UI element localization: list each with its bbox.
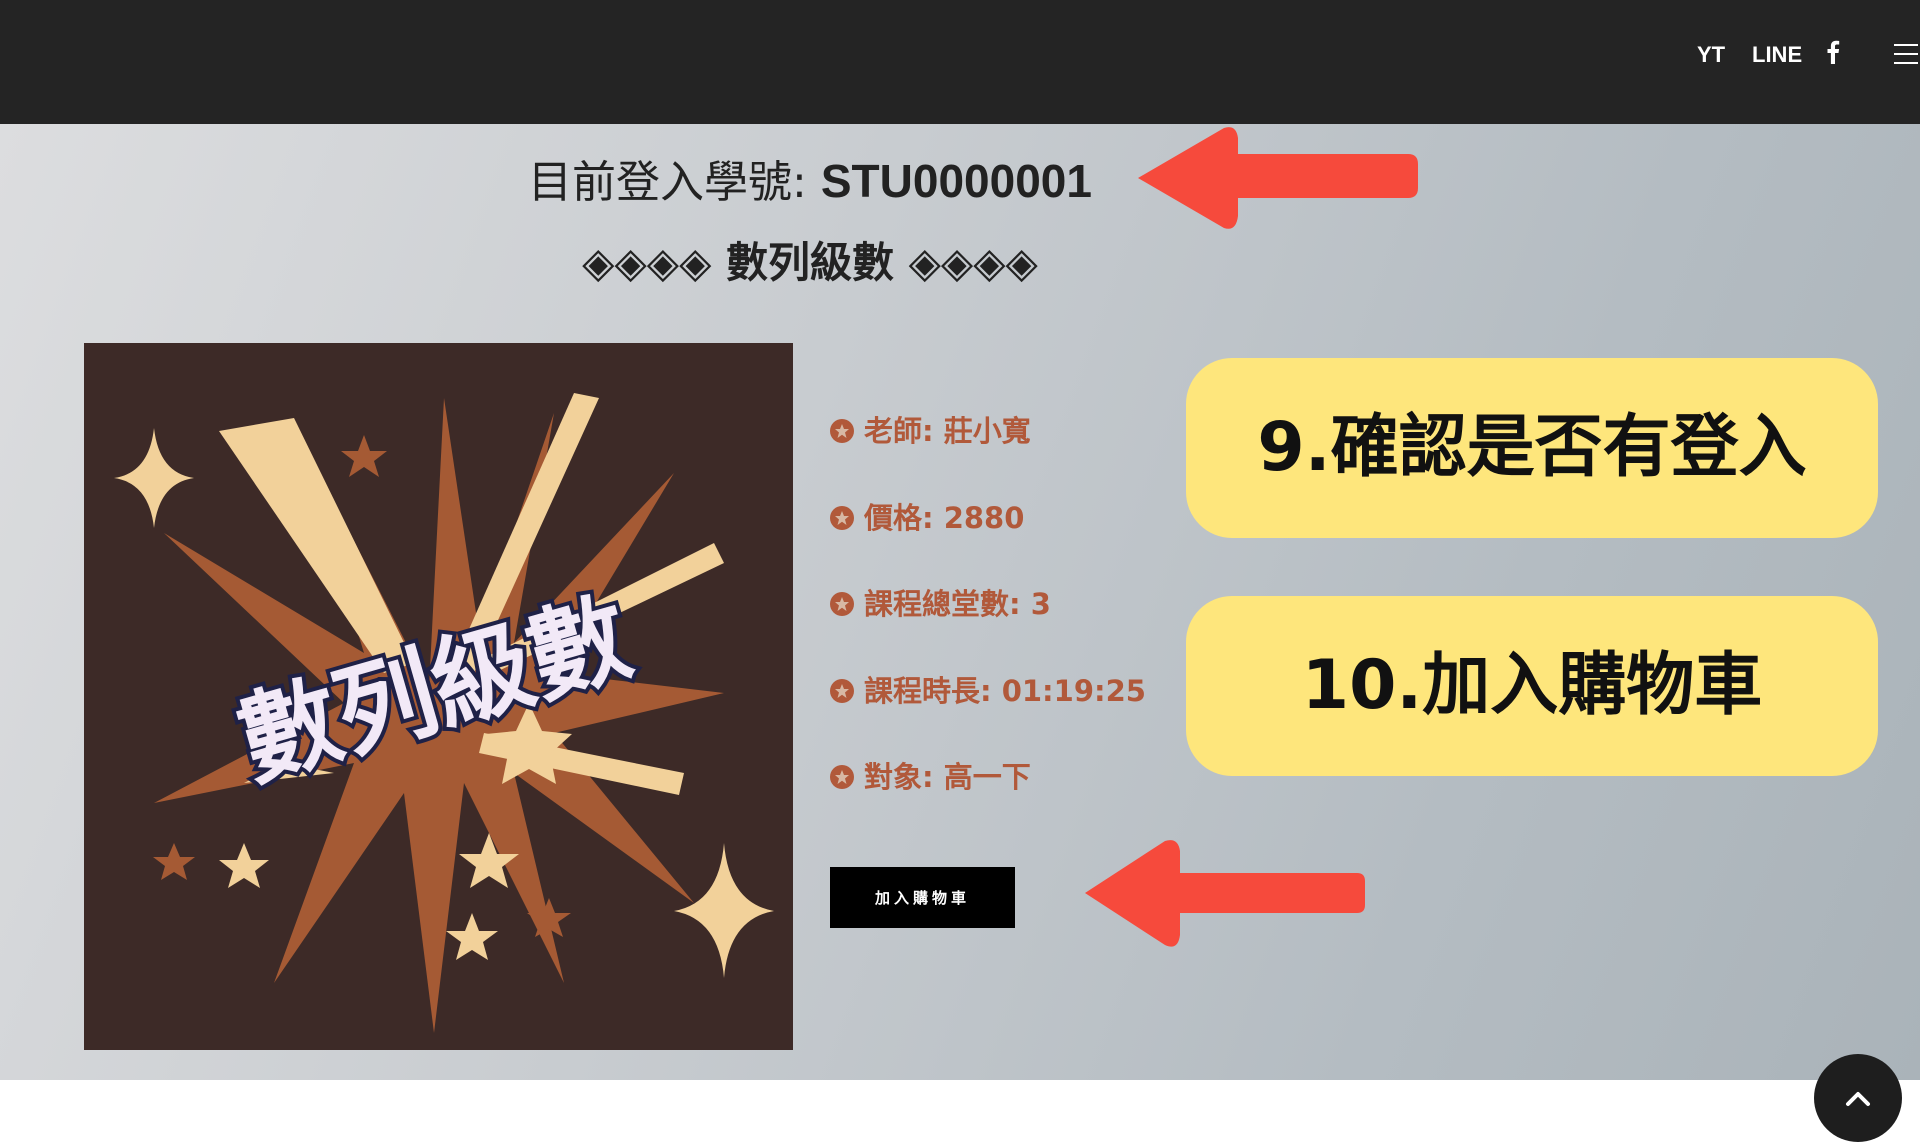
- info-duration: 課程時長: 01:19:25: [830, 671, 1146, 711]
- info-lesson-count: 課程總堂數: 3: [830, 584, 1051, 624]
- info-label: 課程時長: 01:19:25: [864, 674, 1146, 708]
- top-navbar: YT LINE: [0, 0, 1920, 124]
- callout-step-9: 9.確認是否有登入: [1186, 358, 1878, 538]
- star-icon: [830, 592, 854, 616]
- star-icon: [830, 679, 854, 703]
- info-label: 老師: 莊小寬: [864, 414, 1031, 448]
- info-label: 課程總堂數: 3: [864, 587, 1051, 621]
- login-label: 目前登入學號:: [528, 157, 821, 208]
- nav-link-line[interactable]: LINE: [1752, 40, 1802, 70]
- scroll-to-top-button[interactable]: [1814, 1054, 1902, 1142]
- arrow-pointer-login: [1138, 127, 1418, 229]
- course-page: 目前登入學號: STU0000001 ◈◈◈◈ 數列級數 ◈◈◈◈ 數列級數 老…: [0, 124, 1920, 1142]
- add-to-cart-button[interactable]: 加入購物車: [830, 867, 1015, 928]
- info-label: 價格: 2880: [864, 501, 1025, 535]
- student-id: STU0000001: [820, 155, 1092, 207]
- arrow-pointer-cart: [1085, 840, 1365, 947]
- info-price: 價格: 2880: [830, 498, 1024, 538]
- nav-link-yt[interactable]: YT: [1697, 40, 1725, 70]
- info-teacher: 老師: 莊小寬: [830, 411, 1031, 451]
- chevron-up-icon: [1846, 1092, 1870, 1106]
- star-icon: [830, 419, 854, 443]
- star-icon: [830, 506, 854, 530]
- course-cover-image: 數列級數: [84, 343, 793, 1050]
- info-target: 對象: 高一下: [830, 757, 1031, 797]
- callout-step-10: 10.加入購物車: [1186, 596, 1878, 776]
- hamburger-icon[interactable]: [1894, 44, 1918, 66]
- facebook-icon[interactable]: [1826, 40, 1840, 70]
- star-icon: [830, 765, 854, 789]
- info-label: 對象: 高一下: [864, 760, 1031, 794]
